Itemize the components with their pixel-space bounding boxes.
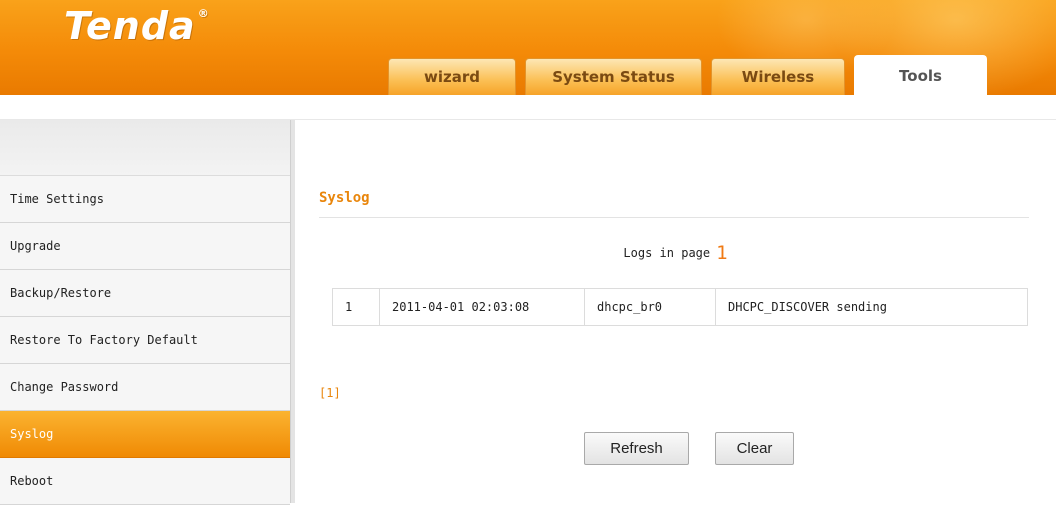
sidebar-item-backup-restore[interactable]: Backup/Restore bbox=[0, 270, 290, 317]
pager-link[interactable]: [1] bbox=[319, 386, 341, 400]
sub-bar bbox=[0, 95, 1056, 120]
sidebar-item-upgrade[interactable]: Upgrade bbox=[0, 223, 290, 270]
logo-text: Tenda bbox=[64, 4, 196, 48]
registered-mark: ® bbox=[197, 7, 210, 21]
tab-tools[interactable]: Tools bbox=[854, 55, 987, 95]
tab-wizard[interactable]: wizard bbox=[388, 58, 516, 95]
sidebar-item-reboot[interactable]: Reboot bbox=[0, 458, 290, 505]
log-table: 1 2011-04-01 02:03:08 dhcpc_br0 DHCPC_DI… bbox=[332, 288, 1028, 326]
log-message: DHCPC_DISCOVER sending bbox=[715, 288, 1028, 326]
sidebar-item-change-password[interactable]: Change Password bbox=[0, 364, 290, 411]
sidebar-item-syslog[interactable]: Syslog bbox=[0, 411, 290, 458]
refresh-button[interactable]: Refresh bbox=[584, 432, 689, 465]
header-banner: Tenda ® wizard System Status Wireless Too… bbox=[0, 0, 1056, 95]
logs-label: Logs in page bbox=[623, 246, 711, 260]
table-row: 1 2011-04-01 02:03:08 dhcpc_br0 DHCPC_DI… bbox=[332, 288, 1028, 326]
tenda-logo: Tenda ® bbox=[64, 4, 210, 48]
section-title: Syslog bbox=[319, 190, 370, 206]
main-content: Syslog Logs in page 1 1 2011-04-01 02:03:… bbox=[295, 120, 1056, 503]
clear-button[interactable]: Clear bbox=[715, 432, 794, 465]
sidebar-header-space bbox=[0, 120, 290, 176]
current-page-number: 1 bbox=[716, 242, 728, 264]
log-index: 1 bbox=[332, 288, 380, 326]
sidebar-item-restore-factory-default[interactable]: Restore To Factory Default bbox=[0, 317, 290, 364]
section-divider bbox=[319, 217, 1029, 218]
logs-page-indicator: Logs in page 1 bbox=[295, 242, 1056, 264]
tab-wireless[interactable]: Wireless bbox=[711, 58, 845, 95]
log-source: dhcpc_br0 bbox=[584, 288, 716, 326]
sidebar: Time Settings Upgrade Backup/Restore Res… bbox=[0, 120, 290, 505]
log-time: 2011-04-01 02:03:08 bbox=[379, 288, 585, 326]
sidebar-item-time-settings[interactable]: Time Settings bbox=[0, 176, 290, 223]
tab-system-status[interactable]: System Status bbox=[525, 58, 702, 95]
